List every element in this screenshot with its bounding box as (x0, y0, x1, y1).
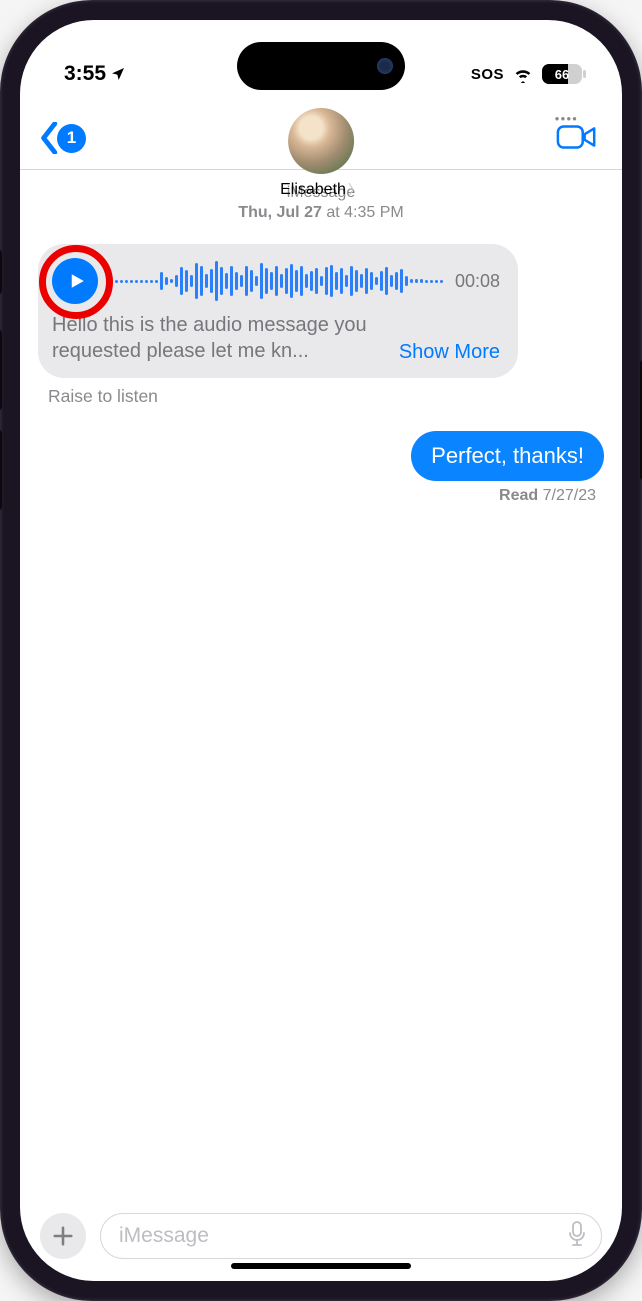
dynamic-island (237, 42, 405, 90)
attach-button[interactable] (40, 1213, 86, 1259)
location-arrow-icon (110, 66, 126, 82)
thread-timestamp: Thu, Jul 27 at 4:35 PM (38, 204, 604, 222)
audio-transcript: Hello this is the audio message you requ… (52, 312, 389, 364)
raise-to-listen-hint: Raise to listen (48, 386, 158, 407)
video-icon (556, 122, 598, 152)
contact-header[interactable]: Elisabeth 〉 (280, 108, 362, 200)
status-time: 3:55 (64, 62, 126, 86)
unread-badge: 1 (57, 124, 86, 153)
audio-message-bubble[interactable]: 00:08 Hello this is the audio message yo… (38, 244, 518, 378)
sos-indicator: SOS (471, 66, 504, 83)
plus-icon (52, 1225, 74, 1247)
read-receipt: Read 7/27/23 (499, 487, 596, 505)
waveform[interactable] (110, 258, 443, 304)
play-icon (68, 272, 86, 290)
wifi-icon (512, 65, 534, 83)
outgoing-message[interactable]: Perfect, thanks! (411, 431, 604, 481)
play-button[interactable] (52, 258, 98, 304)
chevron-right-icon: 〉 (348, 180, 362, 200)
input-placeholder: iMessage (119, 1224, 209, 1248)
back-button[interactable]: 1 (40, 122, 86, 154)
message-input[interactable]: iMessage (100, 1213, 602, 1259)
facetime-button[interactable] (556, 122, 598, 157)
contact-name: Elisabeth (280, 181, 346, 199)
mic-button[interactable] (567, 1221, 587, 1252)
audio-duration: 00:08 (455, 271, 500, 292)
nav-header: 1 Elisabeth 〉 (20, 104, 622, 170)
home-indicator[interactable] (231, 1263, 411, 1269)
composer: iMessage (20, 1203, 622, 1281)
chat-area: iMessage Thu, Jul 27 at 4:35 PM 00:08 He… (20, 170, 622, 1203)
battery-indicator: 66 (542, 64, 582, 84)
avatar (288, 108, 354, 174)
show-more-button[interactable]: Show More (399, 341, 500, 364)
mic-icon (567, 1221, 587, 1247)
